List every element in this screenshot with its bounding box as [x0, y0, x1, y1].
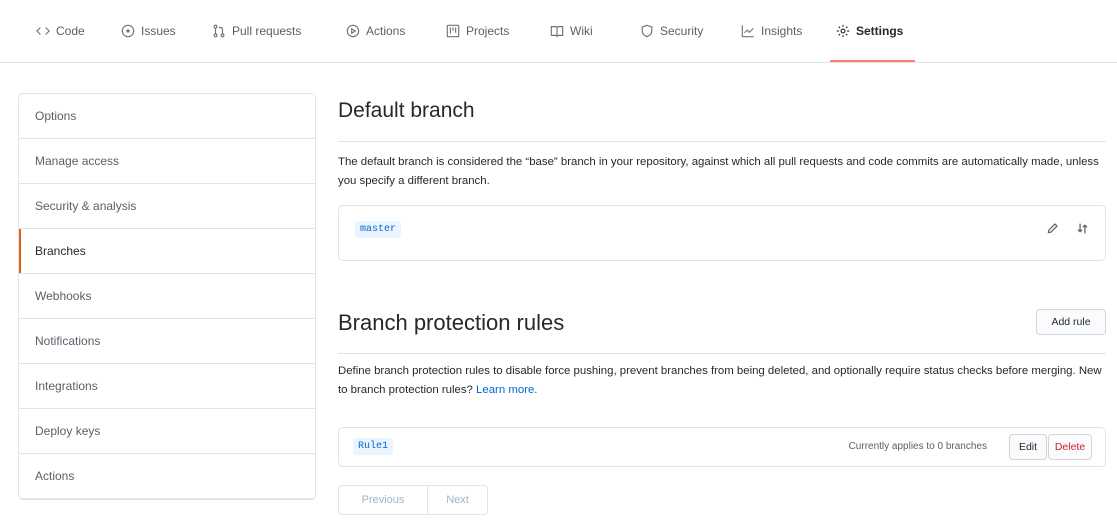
tab-settings[interactable]: Settings: [829, 0, 916, 62]
pencil-icon: [1047, 222, 1058, 233]
default-branch-name: master: [355, 221, 402, 238]
sidebar-item-actions[interactable]: Actions: [19, 454, 315, 499]
edit-rule-button[interactable]: Edit: [1009, 434, 1047, 460]
default-branch-description: The default branch is considered the “ba…: [338, 156, 1099, 187]
tab-actions[interactable]: Actions: [346, 0, 405, 61]
learn-more-link[interactable]: Learn more.: [476, 384, 537, 396]
sidebar-item-label: Integrations: [35, 379, 98, 393]
delete-rule-button[interactable]: Delete: [1048, 434, 1092, 460]
issue-icon: [121, 24, 135, 37]
tab-issues[interactable]: Issues: [121, 0, 176, 61]
default-branch-box: master: [338, 205, 1106, 261]
shield-icon: [641, 24, 653, 37]
sidebar-item-label: Options: [35, 109, 77, 123]
arrow-switch-icon: [1077, 223, 1087, 233]
settings-sidebar: Options Manage access Security & analysi…: [18, 93, 316, 500]
divider: [338, 141, 1106, 142]
branch-protection-title: Branch protection rules: [338, 310, 565, 335]
next-page-button[interactable]: Next: [428, 485, 488, 515]
tab-security[interactable]: Security: [640, 0, 703, 61]
sidebar-item-deploy-keys[interactable]: Deploy keys: [19, 409, 315, 454]
add-rule-button[interactable]: Add rule: [1036, 309, 1106, 335]
gear-icon: [836, 24, 850, 37]
pull-request-icon: [213, 24, 225, 37]
pagination: Previous Next: [338, 485, 488, 515]
project-icon: [446, 24, 460, 37]
divider: [338, 353, 1106, 354]
sidebar-item-integrations[interactable]: Integrations: [19, 364, 315, 409]
sidebar-item-webhooks[interactable]: Webhooks: [19, 274, 315, 319]
rule-applies-text: Currently applies to 0 branches: [848, 441, 987, 452]
sidebar-item-label: Branches: [35, 244, 86, 258]
play-icon: [346, 24, 360, 37]
sidebar-item-label: Notifications: [35, 334, 101, 348]
sidebar-item-label: Security & analysis: [35, 199, 137, 213]
tab-pull-requests[interactable]: Pull requests: [212, 0, 301, 61]
sidebar-item-label: Manage access: [35, 154, 120, 168]
sidebar-item-branches[interactable]: Branches: [19, 229, 315, 274]
sidebar-item-notifications[interactable]: Notifications: [19, 319, 315, 364]
tab-wiki[interactable]: Wiki: [550, 0, 593, 61]
previous-page-button[interactable]: Previous: [338, 485, 428, 515]
rule-name: Rule1: [353, 438, 394, 455]
switch-branch-button[interactable]: [1073, 219, 1091, 237]
tab-code[interactable]: Code: [36, 0, 85, 61]
branch-protection-description: Define branch protection rules to disabl…: [338, 365, 1102, 396]
sidebar-item-options[interactable]: Options: [19, 94, 315, 139]
sidebar-item-manage-access[interactable]: Manage access: [19, 139, 315, 184]
sidebar-item-security-analysis[interactable]: Security & analysis: [19, 184, 315, 229]
code-icon: [36, 26, 50, 35]
book-icon: [550, 25, 564, 37]
edit-branch-button[interactable]: [1043, 219, 1061, 237]
sidebar-item-label: Webhooks: [35, 289, 92, 303]
tab-insights[interactable]: Insights: [741, 0, 802, 61]
tab-projects[interactable]: Projects: [446, 0, 509, 61]
rule-row: Rule1 Currently applies to 0 branches Ed…: [338, 427, 1106, 467]
graph-icon: [741, 24, 754, 37]
default-branch-title: Default branch: [338, 99, 475, 122]
repo-nav: Code Issues Pull requests Actions Projec…: [0, 0, 1117, 63]
sidebar-item-label: Actions: [35, 469, 75, 483]
sidebar-item-label: Deploy keys: [35, 424, 101, 438]
